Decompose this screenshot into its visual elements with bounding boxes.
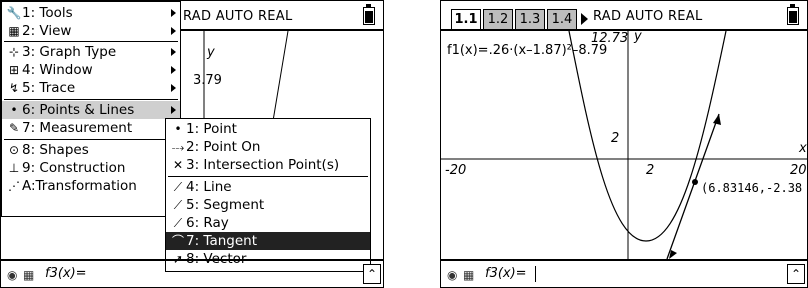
point-coordinates-label[interactable]: (6.83146,-2.38 <box>701 181 802 195</box>
battery-icon <box>363 4 375 25</box>
y-axis-value: 3.79 <box>193 73 222 88</box>
graph-area[interactable] <box>441 31 808 261</box>
x-axis-label: x <box>799 141 807 156</box>
intersection-icon: ✕ <box>172 158 184 172</box>
left-calculator-screen: RAD AUTO REAL y 3.79 🔧 1: Tools ▦ 2: View … <box>0 0 384 288</box>
menu-item-graph-type[interactable]: ⊹ 3: Graph Type <box>2 43 180 61</box>
line-icon: ⟋ <box>173 180 183 194</box>
entry-input[interactable]: f3(x)= <box>45 266 87 281</box>
menu-item-points-lines[interactable]: • 6: Points & Lines <box>2 101 180 119</box>
entry-input[interactable]: f3(x)= <box>485 266 527 281</box>
submenu-divider <box>168 176 368 177</box>
trace-icon: ↯ <box>8 81 20 95</box>
menu-item-tools[interactable]: 🔧 1: Tools <box>2 4 180 22</box>
menu-item-measurement[interactable]: ✎ 7: Measurement <box>2 119 180 137</box>
menu-item-trace[interactable]: ↯ 5: Trace <box>2 79 180 97</box>
table-icon[interactable]: ▦ <box>23 268 34 282</box>
submenu-item-segment[interactable]: ⟋ 5: Segment <box>166 196 370 214</box>
menu-item-window[interactable]: ⊞ 4: Window <box>2 61 180 79</box>
eye-icon[interactable]: ◉ <box>7 268 17 282</box>
x-min-label: -20 <box>445 163 467 178</box>
menu-item-construction[interactable]: ⊥ 9: Construction <box>2 159 180 177</box>
x-max-label: 20 <box>790 163 807 178</box>
y-axis-label: y <box>634 29 642 44</box>
expand-icon[interactable]: ⌃ <box>787 264 805 284</box>
submenu-item-ray[interactable]: ⟋ 6: Ray <box>166 214 370 232</box>
status-text: RAD AUTO REAL <box>593 9 703 24</box>
tab-1-2[interactable]: 1.2 <box>483 9 513 29</box>
submenu-item-line[interactable]: ⟋ 4: Line <box>166 178 370 196</box>
submenu-arrow-icon <box>171 48 176 56</box>
menu-item-view[interactable]: ▦ 2: View <box>2 22 180 40</box>
tab-bar: 1.1 1.2 1.3 1.4 RAD AUTO REAL <box>441 1 807 31</box>
submenu-arrow-icon <box>171 9 176 17</box>
transformation-icon: ⋰ <box>8 179 20 193</box>
submenu-arrow-icon <box>171 84 176 92</box>
table-icon[interactable]: ▦ <box>463 268 474 282</box>
text-cursor <box>535 266 536 282</box>
tab-1-3[interactable]: 1.3 <box>515 9 545 29</box>
construction-icon: ⊥ <box>8 161 20 175</box>
submenu-item-point[interactable]: • 1: Point <box>166 120 370 138</box>
tangent-arrow-icon <box>713 114 721 125</box>
bullet-icon: • <box>10 103 18 117</box>
battery-icon <box>787 4 799 25</box>
function-curve <box>272 31 289 122</box>
entry-line[interactable]: ◉ ▦ f3(x)= ⌃ <box>1 259 383 287</box>
tangent-icon: ⌒ <box>171 234 184 248</box>
submenu-arrow-icon <box>171 106 176 114</box>
point-on-icon: ⤏ <box>171 140 185 154</box>
segment-icon: ⟋ <box>173 198 183 212</box>
menu-divider <box>4 99 178 100</box>
expand-icon[interactable]: ⌃ <box>363 264 381 284</box>
main-menu: 🔧 1: Tools ▦ 2: View ⊹ 3: Graph Type ⊞ 4: Wi… <box>1 1 181 217</box>
eye-icon[interactable]: ◉ <box>447 268 457 282</box>
tools-icon: 🔧 <box>6 6 22 20</box>
window-icon: ⊞ <box>8 63 20 77</box>
y-tick-label: 2 <box>611 131 620 146</box>
ray-icon: ⟋ <box>173 216 183 230</box>
submenu-item-point-on[interactable]: ⤏ 2: Point On <box>166 138 370 156</box>
menu-divider <box>4 139 178 140</box>
submenu-arrow-icon <box>171 66 176 74</box>
graph-type-icon: ⊹ <box>8 45 20 59</box>
tangent-point[interactable] <box>692 179 698 185</box>
tab-1-4[interactable]: 1.4 <box>547 9 577 29</box>
right-calculator-screen: 1.1 1.2 1.3 1.4 RAD AUTO REAL f1(x)=.26·… <box>440 0 808 288</box>
menu-item-shapes[interactable]: ⊙ 8: Shapes <box>2 141 180 159</box>
x-tick-label: 2 <box>646 163 655 178</box>
tab-scroll-icon[interactable] <box>581 13 588 25</box>
y-max-label: 12.73 <box>591 31 629 46</box>
submenu-item-tangent[interactable]: ⌒ 7: Tangent <box>166 232 370 250</box>
menu-item-transformation[interactable]: ⋰ A:Transformation <box>2 177 180 195</box>
ruler-icon: ✎ <box>8 121 20 135</box>
shapes-icon: ⊙ <box>8 143 20 157</box>
submenu-arrow-icon <box>171 27 176 35</box>
menu-divider <box>4 41 178 42</box>
status-text: RAD AUTO REAL <box>183 9 293 24</box>
submenu-item-intersection[interactable]: ✕ 3: Intersection Point(s) <box>166 156 370 174</box>
tab-1-1[interactable]: 1.1 <box>451 9 481 29</box>
entry-line[interactable]: ◉ ▦ f3(x)= ⌃ <box>441 259 807 287</box>
y-axis-label: y <box>207 45 215 60</box>
view-icon: ▦ <box>8 24 20 38</box>
bullet-icon: • <box>174 122 182 136</box>
points-lines-submenu: • 1: Point ⤏ 2: Point On ✕ 3: Intersection … <box>165 118 371 272</box>
function-label[interactable]: f1(x)=.26·(x–1.87)²–8.79 <box>447 43 607 58</box>
parabola-curve <box>568 31 727 242</box>
